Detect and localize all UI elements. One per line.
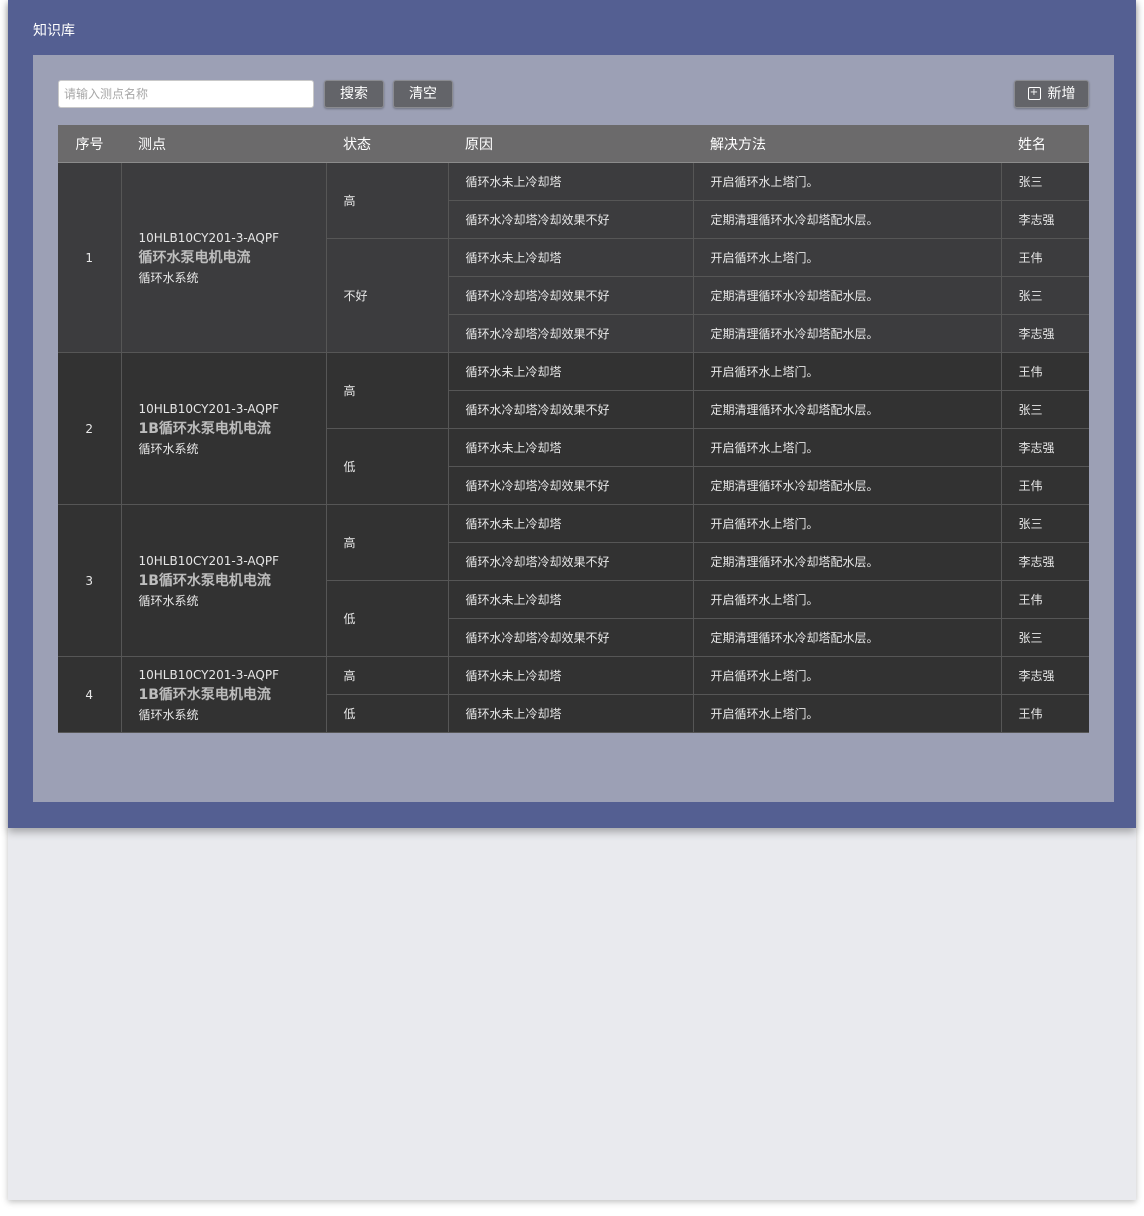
- state-cell: 不好: [326, 238, 449, 353]
- solution-cell: 定期清理循环水冷却塔配水层。: [693, 618, 1002, 657]
- person-cell: 王伟: [1001, 694, 1089, 733]
- reason-cell: 循环水未上冷却塔: [448, 694, 694, 733]
- person-cell: 张三: [1001, 618, 1089, 657]
- header-index[interactable]: 序号: [58, 125, 121, 163]
- point-code: 10HLB10CY201-3-AQPF: [138, 553, 280, 568]
- page-title: 知识库: [33, 23, 75, 39]
- person-cell: 李志强: [1001, 314, 1089, 353]
- reason-cell: 循环水未上冷却塔: [448, 580, 694, 619]
- state-cell: 低: [326, 694, 449, 733]
- reason-cell: 循环水未上冷却塔: [448, 656, 694, 695]
- person-cell: 王伟: [1001, 238, 1089, 277]
- solution-cell: 开启循环水上塔门。: [693, 656, 1002, 695]
- point-name: 1B循环水泵电机电流: [138, 572, 271, 589]
- header-reason[interactable]: 原因: [448, 125, 693, 163]
- measure-point-cell: 10HLB10CY201-3-AQPF 1B循环水泵电机电流 循环水系统: [121, 656, 327, 733]
- reason-cell: 循环水冷却塔冷却效果不好: [448, 390, 694, 429]
- page-background: 知识库 搜索 清空 + 新增 序号 测点 状态 原因 解决方法: [8, 0, 1136, 1200]
- row-index: 1: [58, 162, 122, 353]
- table-header-row: 序号 测点 状态 原因 解决方法 姓名: [58, 125, 1089, 163]
- state-cell: 高: [326, 504, 449, 581]
- reason-cell: 循环水冷却塔冷却效果不好: [448, 618, 694, 657]
- solution-cell: 开启循环水上塔门。: [693, 352, 1002, 391]
- header-point[interactable]: 测点: [121, 125, 326, 163]
- person-cell: 张三: [1001, 276, 1089, 315]
- clear-button[interactable]: 清空: [393, 80, 453, 108]
- add-button-label: 新增: [1047, 86, 1076, 102]
- point-code: 10HLB10CY201-3-AQPF: [138, 667, 280, 682]
- person-cell: 李志强: [1001, 428, 1089, 467]
- state-cell: 高: [326, 656, 449, 695]
- table-row[interactable]: 1 10HLB10CY201-3-AQPF 循环水泵电机电流 循环水系统 高循环水未上冷…: [58, 162, 1089, 353]
- search-button[interactable]: 搜索: [324, 80, 384, 108]
- person-cell: 张三: [1001, 162, 1089, 201]
- header-state[interactable]: 状态: [326, 125, 448, 163]
- solution-cell: 定期清理循环水冷却塔配水层。: [693, 466, 1002, 505]
- state-cell: 高: [326, 162, 449, 239]
- search-input[interactable]: [58, 80, 314, 108]
- header-person[interactable]: 姓名: [1001, 125, 1089, 163]
- knowledge-base-panel: 知识库 搜索 清空 + 新增 序号 测点 状态 原因 解决方法: [8, 0, 1136, 828]
- solution-cell: 定期清理循环水冷却塔配水层。: [693, 200, 1002, 239]
- person-cell: 王伟: [1001, 466, 1089, 505]
- solution-cell: 定期清理循环水冷却塔配水层。: [693, 314, 1002, 353]
- content-area: 搜索 清空 + 新增 序号 测点 状态 原因 解决方法 姓名: [33, 55, 1114, 802]
- person-cell: 张三: [1001, 504, 1089, 543]
- reason-cell: 循环水冷却塔冷却效果不好: [448, 200, 694, 239]
- reason-cell: 循环水未上冷却塔: [448, 238, 694, 277]
- point-name: 循环水泵电机电流: [138, 249, 251, 266]
- row-index: 3: [58, 504, 122, 657]
- solution-cell: 开启循环水上塔门。: [693, 162, 1002, 201]
- table-row[interactable]: 3 10HLB10CY201-3-AQPF 1B循环水泵电机电流 循环水系统 高循环水未…: [58, 504, 1089, 657]
- knowledge-table: 序号 测点 状态 原因 解决方法 姓名 1 10HLB10CY201-3-AQPF…: [58, 125, 1089, 733]
- table-row[interactable]: 4 10HLB10CY201-3-AQPF 1B循环水泵电机电流 循环水系统 高循环水未…: [58, 656, 1089, 733]
- reason-cell: 循环水冷却塔冷却效果不好: [448, 276, 694, 315]
- point-system: 循环水系统: [138, 707, 199, 722]
- state-cell: 高: [326, 352, 449, 429]
- reason-cell: 循环水未上冷却塔: [448, 428, 694, 467]
- solution-cell: 定期清理循环水冷却塔配水层。: [693, 390, 1002, 429]
- row-index: 2: [58, 352, 122, 505]
- plus-square-icon: +: [1027, 86, 1041, 100]
- person-cell: 李志强: [1001, 542, 1089, 581]
- reason-cell: 循环水冷却塔冷却效果不好: [448, 466, 694, 505]
- reason-cell: 循环水未上冷却塔: [448, 352, 694, 391]
- table-body: 1 10HLB10CY201-3-AQPF 循环水泵电机电流 循环水系统高循环水未上冷…: [58, 162, 1089, 733]
- solution-cell: 定期清理循环水冷却塔配水层。: [693, 542, 1002, 581]
- point-code: 10HLB10CY201-3-AQPF: [138, 230, 280, 245]
- person-cell: 王伟: [1001, 580, 1089, 619]
- reason-cell: 循环水未上冷却塔: [448, 504, 694, 543]
- solution-cell: 开启循环水上塔门。: [693, 580, 1002, 619]
- measure-point-cell: 10HLB10CY201-3-AQPF 1B循环水泵电机电流 循环水系统: [121, 352, 327, 505]
- person-cell: 张三: [1001, 390, 1089, 429]
- solution-cell: 开启循环水上塔门。: [693, 428, 1002, 467]
- point-name: 1B循环水泵电机电流: [138, 686, 271, 703]
- table-row[interactable]: 2 10HLB10CY201-3-AQPF 1B循环水泵电机电流 循环水系统 高循环水未…: [58, 352, 1089, 505]
- add-button[interactable]: + 新增: [1014, 80, 1089, 108]
- state-cell: 低: [326, 580, 449, 657]
- solution-cell: 开启循环水上塔门。: [693, 694, 1002, 733]
- solution-cell: 开启循环水上塔门。: [693, 504, 1002, 543]
- measure-point-cell: 10HLB10CY201-3-AQPF 1B循环水泵电机电流 循环水系统: [121, 504, 327, 657]
- person-cell: 李志强: [1001, 656, 1089, 695]
- state-cell: 低: [326, 428, 449, 505]
- reason-cell: 循环水冷却塔冷却效果不好: [448, 314, 694, 353]
- point-system: 循环水系统: [138, 441, 199, 456]
- person-cell: 王伟: [1001, 352, 1089, 391]
- reason-cell: 循环水冷却塔冷却效果不好: [448, 542, 694, 581]
- point-system: 循环水系统: [138, 593, 199, 608]
- point-system: 循环水系统: [138, 270, 199, 285]
- reason-cell: 循环水未上冷却塔: [448, 162, 694, 201]
- point-name: 1B循环水泵电机电流: [138, 420, 271, 437]
- solution-cell: 开启循环水上塔门。: [693, 238, 1002, 277]
- solution-cell: 定期清理循环水冷却塔配水层。: [693, 276, 1002, 315]
- person-cell: 李志强: [1001, 200, 1089, 239]
- point-code: 10HLB10CY201-3-AQPF: [138, 401, 280, 416]
- measure-point-cell: 10HLB10CY201-3-AQPF 循环水泵电机电流 循环水系统: [121, 162, 327, 353]
- row-index: 4: [58, 656, 122, 733]
- header-solution[interactable]: 解决方法: [693, 125, 1001, 163]
